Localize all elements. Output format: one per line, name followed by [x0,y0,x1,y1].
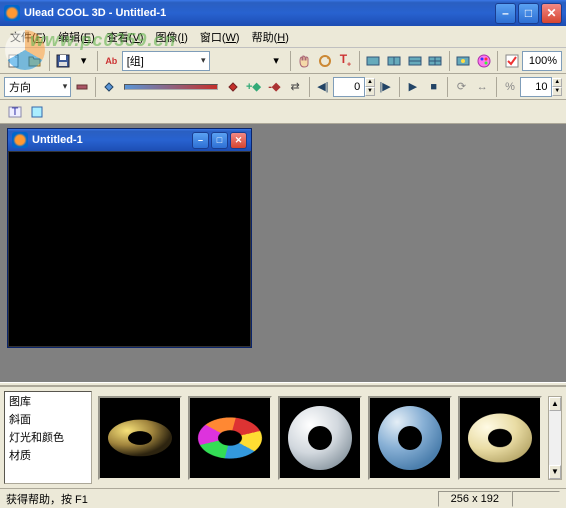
keyframe-start-button[interactable] [99,76,120,98]
menu-image[interactable]: 图像(I) [149,27,193,47]
workspace: Untitled-1 – □ ✕ [0,124,566,382]
check-button[interactable] [501,50,522,72]
view4-button[interactable] [425,50,446,72]
separator [447,77,448,97]
ab-text-icon[interactable]: Ab [101,50,122,72]
tool-button[interactable] [71,76,92,98]
next-button[interactable]: |▶ [375,76,396,98]
doc-maximize-button[interactable]: □ [211,132,228,149]
app-icon [4,5,20,21]
toolbar-main: ▾ Ab [组] ▾ T+ [0,48,566,74]
save-dropdown-button[interactable]: ▾ [73,50,94,72]
spin-up-button[interactable]: ▲ [552,78,561,87]
thumbnail-scrollbar[interactable]: ▲ ▼ [548,396,562,480]
spin-down-button[interactable]: ▼ [552,87,561,96]
timeline-track[interactable] [124,84,218,90]
separator [497,51,498,71]
scroll-up-button[interactable]: ▲ [549,397,561,411]
play-button[interactable]: ▶ [402,76,423,98]
separator [309,77,310,97]
menu-file[interactable]: 文件(F) [4,27,52,47]
separator [290,51,291,71]
frame-input[interactable] [333,77,365,97]
separator [449,51,450,71]
new-button[interactable] [4,50,25,72]
app-titlebar: Ulead COOL 3D - Untitled-1 – □ ✕ [0,0,566,26]
preset-thumbnail[interactable] [278,396,362,480]
menu-edit[interactable]: 编辑(E) [52,27,101,47]
add-key-button[interactable]: +◆ [243,76,264,98]
close-button[interactable]: ✕ [541,3,562,24]
toolbar-text: T [0,100,566,124]
separator [97,51,98,71]
window-controls: – □ ✕ [495,3,562,24]
preset-thumbnail[interactable] [458,396,542,480]
loop-button[interactable]: ⟳ [451,76,472,98]
status-help: 获得帮助，按 F1 [6,491,438,507]
scroll-track[interactable] [549,411,561,465]
pingpong-button[interactable]: ↔ [472,76,493,98]
maximize-button[interactable]: □ [518,3,539,24]
toolbar-transform: 方向 +◆ -◆ ⇄ ◀| ▲▼ |▶ ▶ ■ ⟳ ↔ % ▲▼ [0,74,566,100]
document-title: Untitled-1 [32,134,192,146]
link-button[interactable]: % [500,76,521,98]
doc-minimize-button[interactable]: – [192,132,209,149]
app-title: Ulead COOL 3D - Untitled-1 [24,7,495,19]
del-key-button[interactable]: -◆ [264,76,285,98]
view1-button[interactable] [363,50,384,72]
open-button[interactable] [25,50,46,72]
reverse-button[interactable]: ⇄ [285,76,306,98]
palette-button[interactable] [474,50,495,72]
preset-thumbnail[interactable] [98,396,182,480]
view5-button[interactable] [453,50,474,72]
separator [359,51,360,71]
status-dimensions: 256 x 192 [438,491,512,507]
preset-thumbnail[interactable] [368,396,452,480]
rotate-tool-button[interactable] [314,50,335,72]
status-panel-empty [512,491,560,507]
doc-close-button[interactable]: ✕ [230,132,247,149]
category-list[interactable]: 图库 斜面 灯光和颜色 材质 [4,391,92,484]
text-tool-button[interactable]: T+ [335,50,356,72]
canvas-3d[interactable] [8,151,251,347]
separator [95,77,96,97]
shape-object-button[interactable] [26,101,48,123]
thumbnail-strip: ▲ ▼ [94,387,566,488]
value-input[interactable] [520,77,552,97]
list-item[interactable]: 图库 [5,392,91,410]
menu-window[interactable]: 窗口(W) [194,27,246,47]
text-object-button[interactable]: T [4,101,26,123]
list-item[interactable]: 斜面 [5,410,91,428]
view2-button[interactable] [384,50,405,72]
minimize-button[interactable]: – [495,3,516,24]
scroll-down-button[interactable]: ▼ [549,465,561,479]
statusbar: 获得帮助，按 F1 256 x 192 [0,488,566,508]
svg-text:T: T [12,106,19,118]
separator [49,51,50,71]
stop-button[interactable]: ■ [423,76,444,98]
document-icon [12,132,28,148]
spin-up-button[interactable]: ▲ [365,78,374,87]
view3-button[interactable] [404,50,425,72]
separator [399,77,400,97]
prev-button[interactable]: ◀| [312,76,333,98]
save-button[interactable] [52,50,73,72]
mode-dropdown[interactable]: 方向 [4,77,71,97]
keyframe-end-button[interactable] [222,76,243,98]
list-item[interactable]: 灯光和颜色 [5,428,91,446]
preset-thumbnail[interactable] [188,396,272,480]
menu-help[interactable]: 帮助(H) [246,27,295,47]
menubar: 文件(F) 编辑(E) 查看(V) 图像(I) 窗口(W) 帮助(H) [0,26,566,48]
gallery-panel: 图库 斜面 灯光和颜色 材质 ▲ ▼ [0,386,566,488]
list-item[interactable]: 材质 [5,446,91,464]
object-dropdown[interactable]: [组] [122,51,210,71]
menu-view[interactable]: 查看(V) [101,27,150,47]
text-dropdown-button[interactable]: ▾ [266,50,287,72]
document-titlebar[interactable]: Untitled-1 – □ ✕ [8,129,251,151]
hand-tool-button[interactable] [294,50,315,72]
document-window[interactable]: Untitled-1 – □ ✕ [7,128,252,348]
separator [496,77,497,97]
spin-down-button[interactable]: ▼ [365,87,374,96]
zoom-input[interactable] [522,51,562,71]
